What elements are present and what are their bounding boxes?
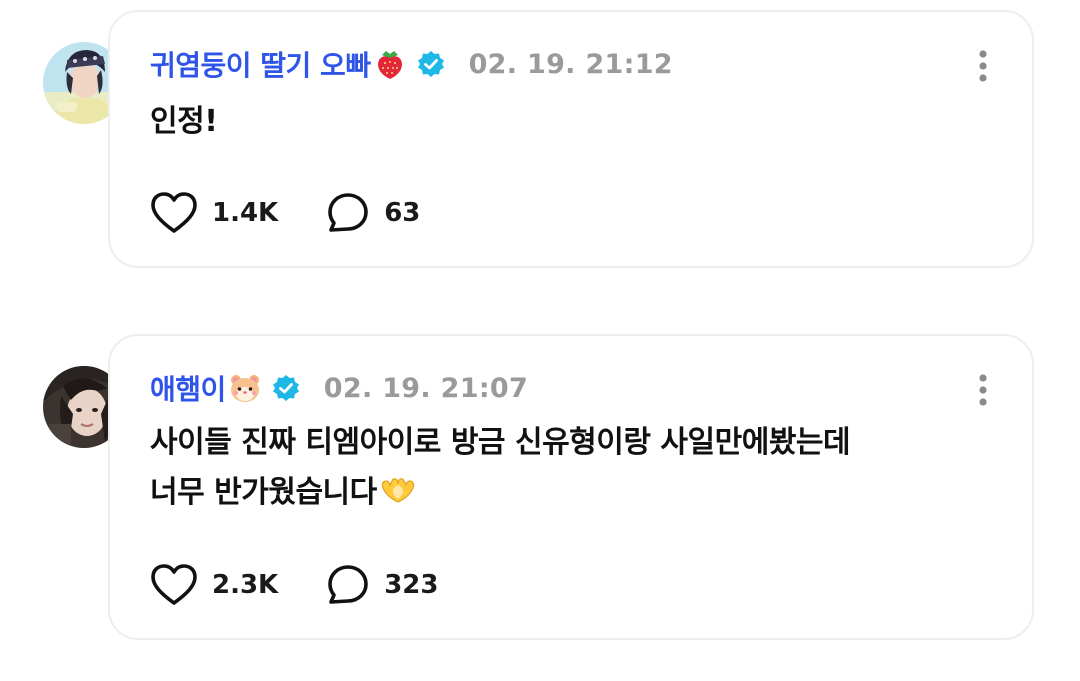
comment-button[interactable]: 63 (326, 191, 420, 235)
comment-header: 귀염둥이 딸기 오빠 02. 19. 21:12 (150, 44, 673, 84)
speech-bubble-icon (328, 565, 369, 604)
comment-actions: 2.3K 323 (150, 560, 487, 610)
timestamp: 02. 19. 21:07 (323, 372, 529, 404)
comment-header: 애햄이 02. 19. 21:07 (150, 368, 528, 408)
heart-outline-icon (151, 564, 197, 605)
more-options-icon[interactable] (976, 48, 990, 84)
heart-hands-emoji-icon (379, 471, 417, 503)
comment-actions: 1.4K 63 (150, 188, 468, 238)
comment-text-line: 사이들 진짜 티엠아이로 방금 신유형이랑 사일만에봤는데 (150, 425, 851, 460)
like-count: 2.3K (212, 570, 279, 600)
timestamp: 02. 19. 21:12 (468, 48, 673, 80)
comment-card: 귀염둥이 딸기 오빠 02. 19. 21:12 인정! 1.4K 63 (108, 10, 1034, 268)
comment-text-line-2: 너무 반가웠습니다 (150, 468, 992, 518)
comment-count: 63 (384, 198, 421, 228)
more-options-icon[interactable] (976, 372, 990, 408)
speech-bubble-icon (328, 193, 369, 232)
like-button[interactable]: 1.4K (150, 191, 278, 235)
hamster-emoji-icon (228, 371, 262, 405)
like-count: 1.4K (212, 198, 279, 228)
verified-badge-icon (417, 50, 445, 78)
comment-post: 애햄이 02. 19. 21:07 사이들 진짜 티엠아이로 방금 신유형이랑 … (0, 330, 1080, 660)
comment-post: 귀염둥이 딸기 오빠 02. 19. 21:12 인정! 1.4K 63 (0, 0, 1080, 300)
comment-text-line-content: 너무 반가웠습니다 (150, 475, 377, 510)
username[interactable]: 귀염둥이 딸기 오빠 (150, 44, 371, 84)
comment-button[interactable]: 323 (326, 563, 439, 607)
comment-text: 인정! (150, 97, 992, 147)
heart-outline-icon (151, 192, 197, 233)
strawberry-emoji-icon (373, 47, 407, 81)
comment-card: 애햄이 02. 19. 21:07 사이들 진짜 티엠아이로 방금 신유형이랑 … (108, 334, 1034, 640)
username[interactable]: 애햄이 (150, 368, 226, 408)
comment-count: 323 (384, 570, 439, 600)
comment-text-line: 인정! (150, 104, 218, 139)
verified-badge-icon (272, 374, 300, 402)
comment-text: 사이들 진짜 티엠아이로 방금 신유형이랑 사일만에봤는데 너무 반가웠습니다 (150, 418, 992, 518)
like-button[interactable]: 2.3K (150, 563, 278, 607)
